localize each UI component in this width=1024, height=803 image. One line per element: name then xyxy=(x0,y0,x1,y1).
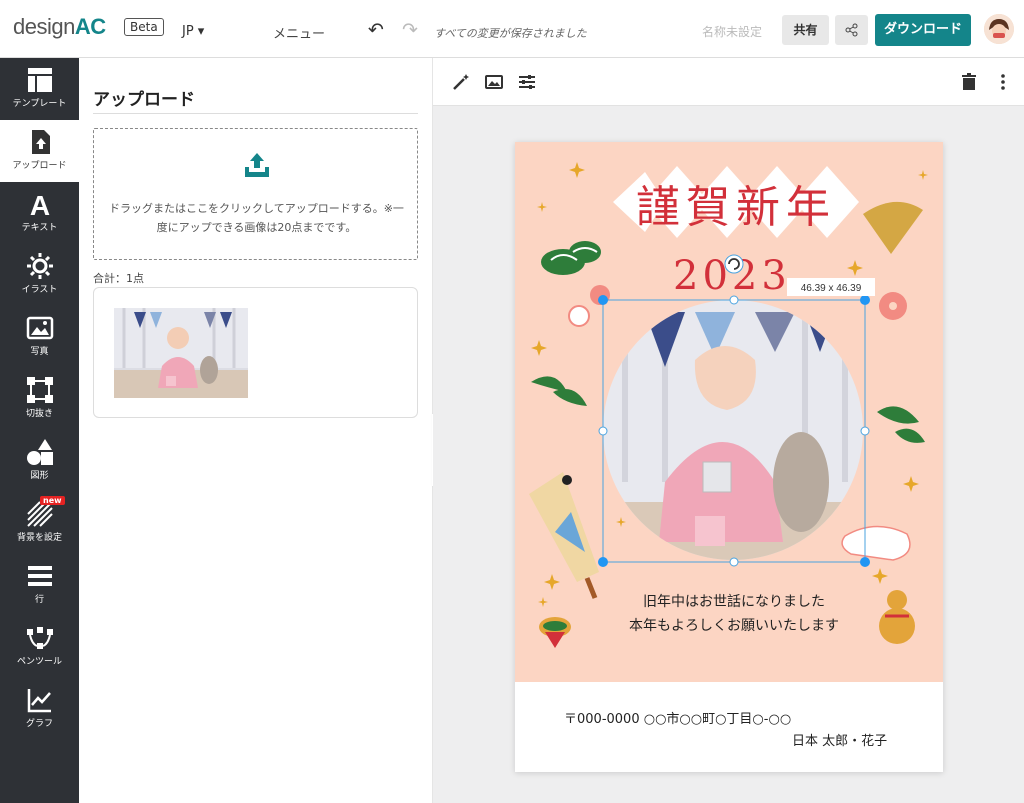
trash-icon[interactable] xyxy=(959,72,979,92)
share-button[interactable]: 共有 xyxy=(782,15,829,45)
upload-panel: アップロード ドラッグまたはここをクリックしてアップロードする。※一度にアップで… xyxy=(79,58,433,803)
sidebar-item-label: ペンツール xyxy=(16,657,62,667)
text-icon: A xyxy=(29,190,49,218)
sidebar-item-illustration[interactable]: イラスト xyxy=(0,244,79,306)
new-badge: new xyxy=(40,496,65,505)
upload-icon xyxy=(31,130,50,154)
rotate-icon[interactable] xyxy=(724,254,744,274)
sidebar-item-label: アップロード xyxy=(12,161,67,171)
sidebar-item-pen-tool[interactable]: ペンツール xyxy=(0,616,79,678)
lines-icon xyxy=(27,566,52,586)
svg-text:A: A xyxy=(29,190,49,218)
sidebar-item-background[interactable]: new 背景を設定 xyxy=(0,492,79,554)
beta-badge: Beta xyxy=(124,18,164,36)
sidebar-item-label: 写真 xyxy=(30,347,49,357)
photo-icon xyxy=(26,316,53,340)
shapes-icon xyxy=(26,439,53,465)
template-icon xyxy=(27,68,52,92)
upload-dropzone[interactable]: ドラッグまたはここをクリックしてアップロードする。※一度にアップできる画像は20… xyxy=(93,128,418,260)
menu-button[interactable]: メニュー xyxy=(273,23,325,42)
undo-icon[interactable]: ↶ xyxy=(368,19,384,41)
redo-icon[interactable]: ↷ xyxy=(402,19,418,41)
save-status: すべての変更が保存されました xyxy=(434,27,587,40)
sidebar-item-upload[interactable]: アップロード xyxy=(0,120,79,182)
share-link-icon[interactable] xyxy=(835,15,868,45)
crop-icon xyxy=(26,377,53,403)
download-button[interactable]: ダウンロード xyxy=(875,14,971,46)
upload-arrow-icon xyxy=(245,153,269,177)
sidebar-item-label: イラスト xyxy=(21,285,58,295)
more-options-icon[interactable] xyxy=(993,72,1013,92)
pen-tool-icon xyxy=(26,627,53,649)
upload-count: 合計：1点 xyxy=(93,272,144,285)
sidebar-item-label: グラフ xyxy=(25,719,53,729)
dropzone-text: ドラッグまたはここをクリックしてアップロードする。※一度にアップできる画像は20… xyxy=(109,202,404,234)
size-tooltip: 46.39 x 46.39 xyxy=(801,283,862,294)
divider xyxy=(93,113,418,114)
sidebar-item-label: 切抜き xyxy=(25,409,53,419)
edit-toolbar xyxy=(433,58,1024,106)
card-message-line1[interactable]: 旧年中はお世話になりました xyxy=(643,593,825,610)
sidebar-item-label: テンプレート xyxy=(12,99,67,109)
sidebar-item-label: 図形 xyxy=(30,471,49,481)
uploaded-image-thumbnail[interactable] xyxy=(114,308,248,398)
top-bar: designAC Beta JP ▾ メニュー ↶ ↷ すべての変更が保存されま… xyxy=(0,0,1024,58)
language-select[interactable]: JP ▾ xyxy=(182,24,204,39)
sidebar-item-template[interactable]: テンプレート xyxy=(0,58,79,120)
sidebar-item-crop[interactable]: 切抜き xyxy=(0,368,79,430)
chart-icon xyxy=(27,689,51,713)
sidebar-item-text[interactable]: A テキスト xyxy=(0,182,79,244)
adjust-icon[interactable] xyxy=(517,72,537,92)
panel-title: アップロード xyxy=(93,90,195,110)
sidebar-item-label: 背景を設定 xyxy=(16,533,62,543)
image-icon[interactable] xyxy=(484,72,504,92)
card-artwork: 謹賀新年 2023 46.39 x 46.39 旧年中はお世話になりました 本年… xyxy=(515,142,943,682)
sidebar-item-shapes[interactable]: 図形 xyxy=(0,430,79,492)
card-address[interactable]: 〒000-0000 ○○市○○町○丁目○-○○ xyxy=(564,708,791,727)
sidebar-item-lines[interactable]: 行 xyxy=(0,554,79,616)
new-year-card[interactable]: 謹賀新年 2023 46.39 x 46.39 旧年中はお世話になりました 本年… xyxy=(515,142,943,772)
sidebar-item-chart[interactable]: グラフ xyxy=(0,678,79,740)
illustration-icon xyxy=(26,253,53,279)
sidebar-item-label: テキスト xyxy=(21,223,58,233)
canvas-area: 謹賀新年 2023 46.39 x 46.39 旧年中はお世話になりました 本年… xyxy=(433,58,1024,803)
magic-wand-icon[interactable] xyxy=(451,72,471,92)
app-logo[interactable]: designAC xyxy=(13,14,106,40)
sidebar-item-label: 行 xyxy=(34,595,44,605)
document-name[interactable]: 名称未設定 xyxy=(702,23,762,40)
tool-sidebar: テンプレート アップロード A テキスト イラスト 写真 切抜き 図形 new … xyxy=(0,58,79,803)
card-sender-name[interactable]: 日本 太郎・花子 xyxy=(792,730,887,749)
user-avatar[interactable] xyxy=(984,14,1014,44)
card-message-line2[interactable]: 本年もよろしくお願いいたします xyxy=(629,618,839,634)
uploaded-images-list xyxy=(93,287,418,418)
sidebar-item-photo[interactable]: 写真 xyxy=(0,306,79,368)
card-title[interactable]: 謹賀新年 xyxy=(636,182,836,233)
